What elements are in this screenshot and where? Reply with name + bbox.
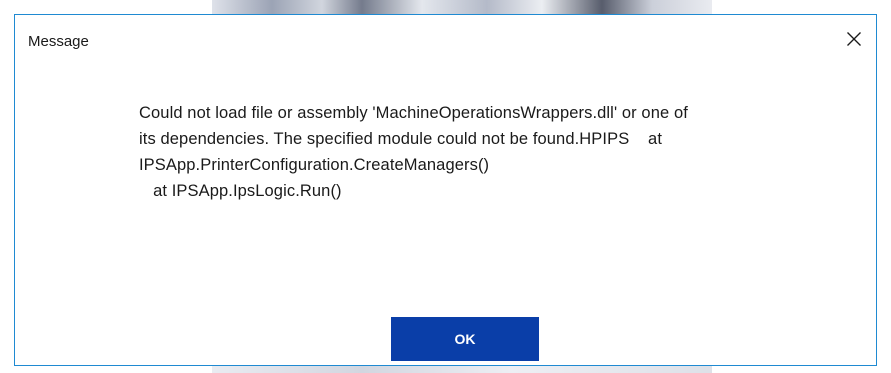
- background-image-bottom: [212, 366, 712, 373]
- dialog-title: Message: [28, 33, 89, 50]
- ok-button[interactable]: OK: [391, 317, 539, 361]
- close-button[interactable]: [838, 23, 870, 55]
- background-window: [0, 0, 891, 14]
- error-message: Could not load file or assembly 'Machine…: [139, 104, 688, 200]
- background-image: [212, 0, 712, 14]
- dialog-titlebar[interactable]: Message: [15, 15, 876, 67]
- screen: Message Could not load file or assembly …: [0, 0, 891, 373]
- message-dialog: Message Could not load file or assembly …: [14, 14, 877, 366]
- close-icon: [847, 32, 861, 46]
